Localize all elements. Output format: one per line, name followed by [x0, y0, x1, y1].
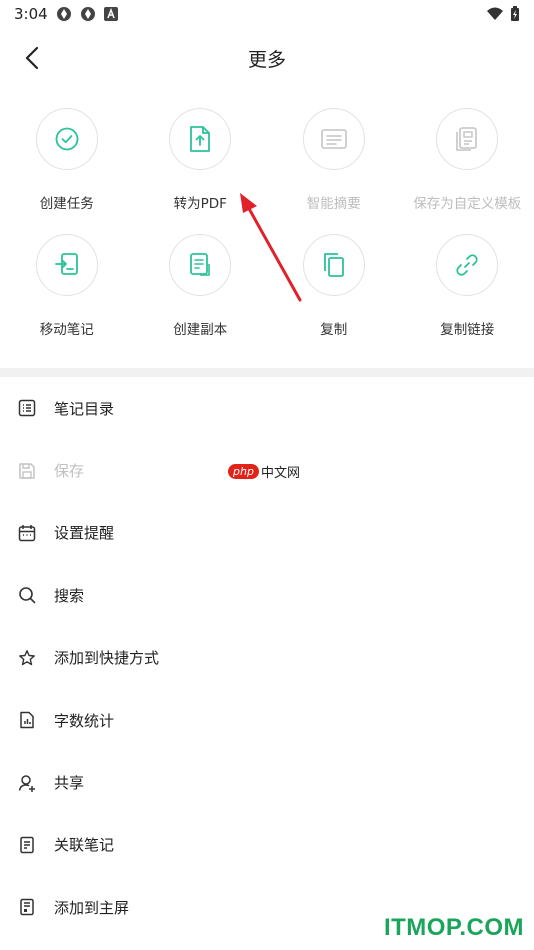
- grid-item-smart-summary[interactable]: 智能摘要: [267, 108, 401, 212]
- grid-label: 创建任务: [39, 196, 94, 212]
- grid-label: 创建副本: [173, 322, 228, 338]
- battery-icon: [511, 6, 519, 21]
- page-title: 更多: [247, 48, 286, 71]
- grid-item-copy-link[interactable]: 复制链接: [401, 234, 534, 338]
- status-time: 3:04: [14, 5, 48, 23]
- grid-item-save-template[interactable]: 保存为自定义模板: [401, 108, 534, 212]
- php-watermark-text: 中文网: [260, 466, 300, 481]
- check-circle-icon: [55, 127, 79, 151]
- menu-label: 共享: [54, 774, 85, 793]
- menu-item-set-reminder[interactable]: 设置提醒: [0, 502, 534, 564]
- circle-button: [169, 234, 232, 296]
- circle-button: [302, 234, 365, 296]
- grid-item-create-task[interactable]: 创建任务: [0, 108, 134, 212]
- grid-item-create-copy[interactable]: 创建副本: [134, 234, 268, 338]
- site-watermark: ITMOP.COM: [383, 914, 524, 941]
- grid-item-move-note[interactable]: 移动笔记: [0, 234, 134, 338]
- chevron-left-icon: [25, 46, 39, 70]
- section-divider: [0, 368, 534, 377]
- link-icon: [456, 254, 478, 276]
- menu-item-add-shortcut[interactable]: 添加到快捷方式: [0, 627, 534, 689]
- menu-item-related-notes[interactable]: 关联笔记: [0, 814, 534, 876]
- circle-button: [436, 108, 499, 170]
- summary-icon: [320, 129, 347, 149]
- font-notification-icon: [103, 7, 118, 21]
- circle-button: [169, 108, 232, 170]
- header: 更多: [0, 32, 534, 84]
- share-user-icon: [18, 774, 36, 792]
- grid-label: 智能摘要: [306, 196, 361, 212]
- star-icon: [18, 649, 36, 667]
- calendar-icon: [18, 524, 36, 542]
- copy-icon: [323, 253, 344, 277]
- menu-item-share[interactable]: 共享: [0, 751, 534, 813]
- grid-label: 复制: [320, 322, 348, 338]
- menu-label: 搜索: [54, 586, 85, 605]
- menu-item-word-count[interactable]: 字数统计: [0, 689, 534, 751]
- home-screen-icon: [18, 898, 36, 916]
- grid-label: 转为PDF: [173, 196, 227, 212]
- menu-label: 添加到快捷方式: [54, 649, 160, 668]
- related-note-icon: [18, 836, 36, 854]
- word-count-icon: [18, 711, 36, 729]
- grid-item-copy[interactable]: 复制: [267, 234, 401, 338]
- menu-label: 添加到主屏: [54, 898, 130, 917]
- menu-label: 保存: [54, 462, 85, 481]
- search-icon: [18, 586, 36, 604]
- save-icon: [18, 462, 36, 480]
- move-note-icon: [54, 253, 78, 275]
- duplicate-icon: [190, 253, 211, 276]
- circle-button: [35, 234, 98, 296]
- menu-label: 字数统计: [54, 711, 115, 730]
- back-button[interactable]: [16, 42, 48, 74]
- app-notification-icon-2: [80, 7, 95, 21]
- circle-button: [302, 108, 365, 170]
- menu-label: 关联笔记: [54, 836, 115, 855]
- circle-button: [35, 108, 98, 170]
- grid-label: 保存为自定义模板: [413, 196, 522, 212]
- grid-item-convert-pdf[interactable]: 转为PDF: [134, 108, 268, 212]
- action-grid: 创建任务 转为PDF 智能摘要 保存为自定义模板 移动笔记 创建副本 复制 复制…: [0, 108, 534, 338]
- menu-item-search[interactable]: 搜索: [0, 564, 534, 626]
- app-notification-icon: [56, 7, 71, 21]
- status-left: 3:04: [14, 5, 118, 23]
- php-badge: php: [228, 464, 259, 479]
- list-icon: [18, 399, 36, 417]
- file-export-icon: [190, 126, 211, 152]
- menu-label: 设置提醒: [54, 524, 115, 543]
- wifi-icon: [487, 7, 503, 20]
- circle-button: [436, 234, 499, 296]
- grid-label: 复制链接: [440, 322, 495, 338]
- php-watermark: php 中文网: [228, 462, 300, 481]
- menu-item-note-toc[interactable]: 笔记目录: [0, 377, 534, 439]
- template-icon: [456, 127, 478, 151]
- status-bar: 3:04: [0, 0, 534, 28]
- status-right: [486, 6, 520, 22]
- grid-label: 移动笔记: [39, 322, 94, 338]
- menu-label: 笔记目录: [54, 399, 115, 418]
